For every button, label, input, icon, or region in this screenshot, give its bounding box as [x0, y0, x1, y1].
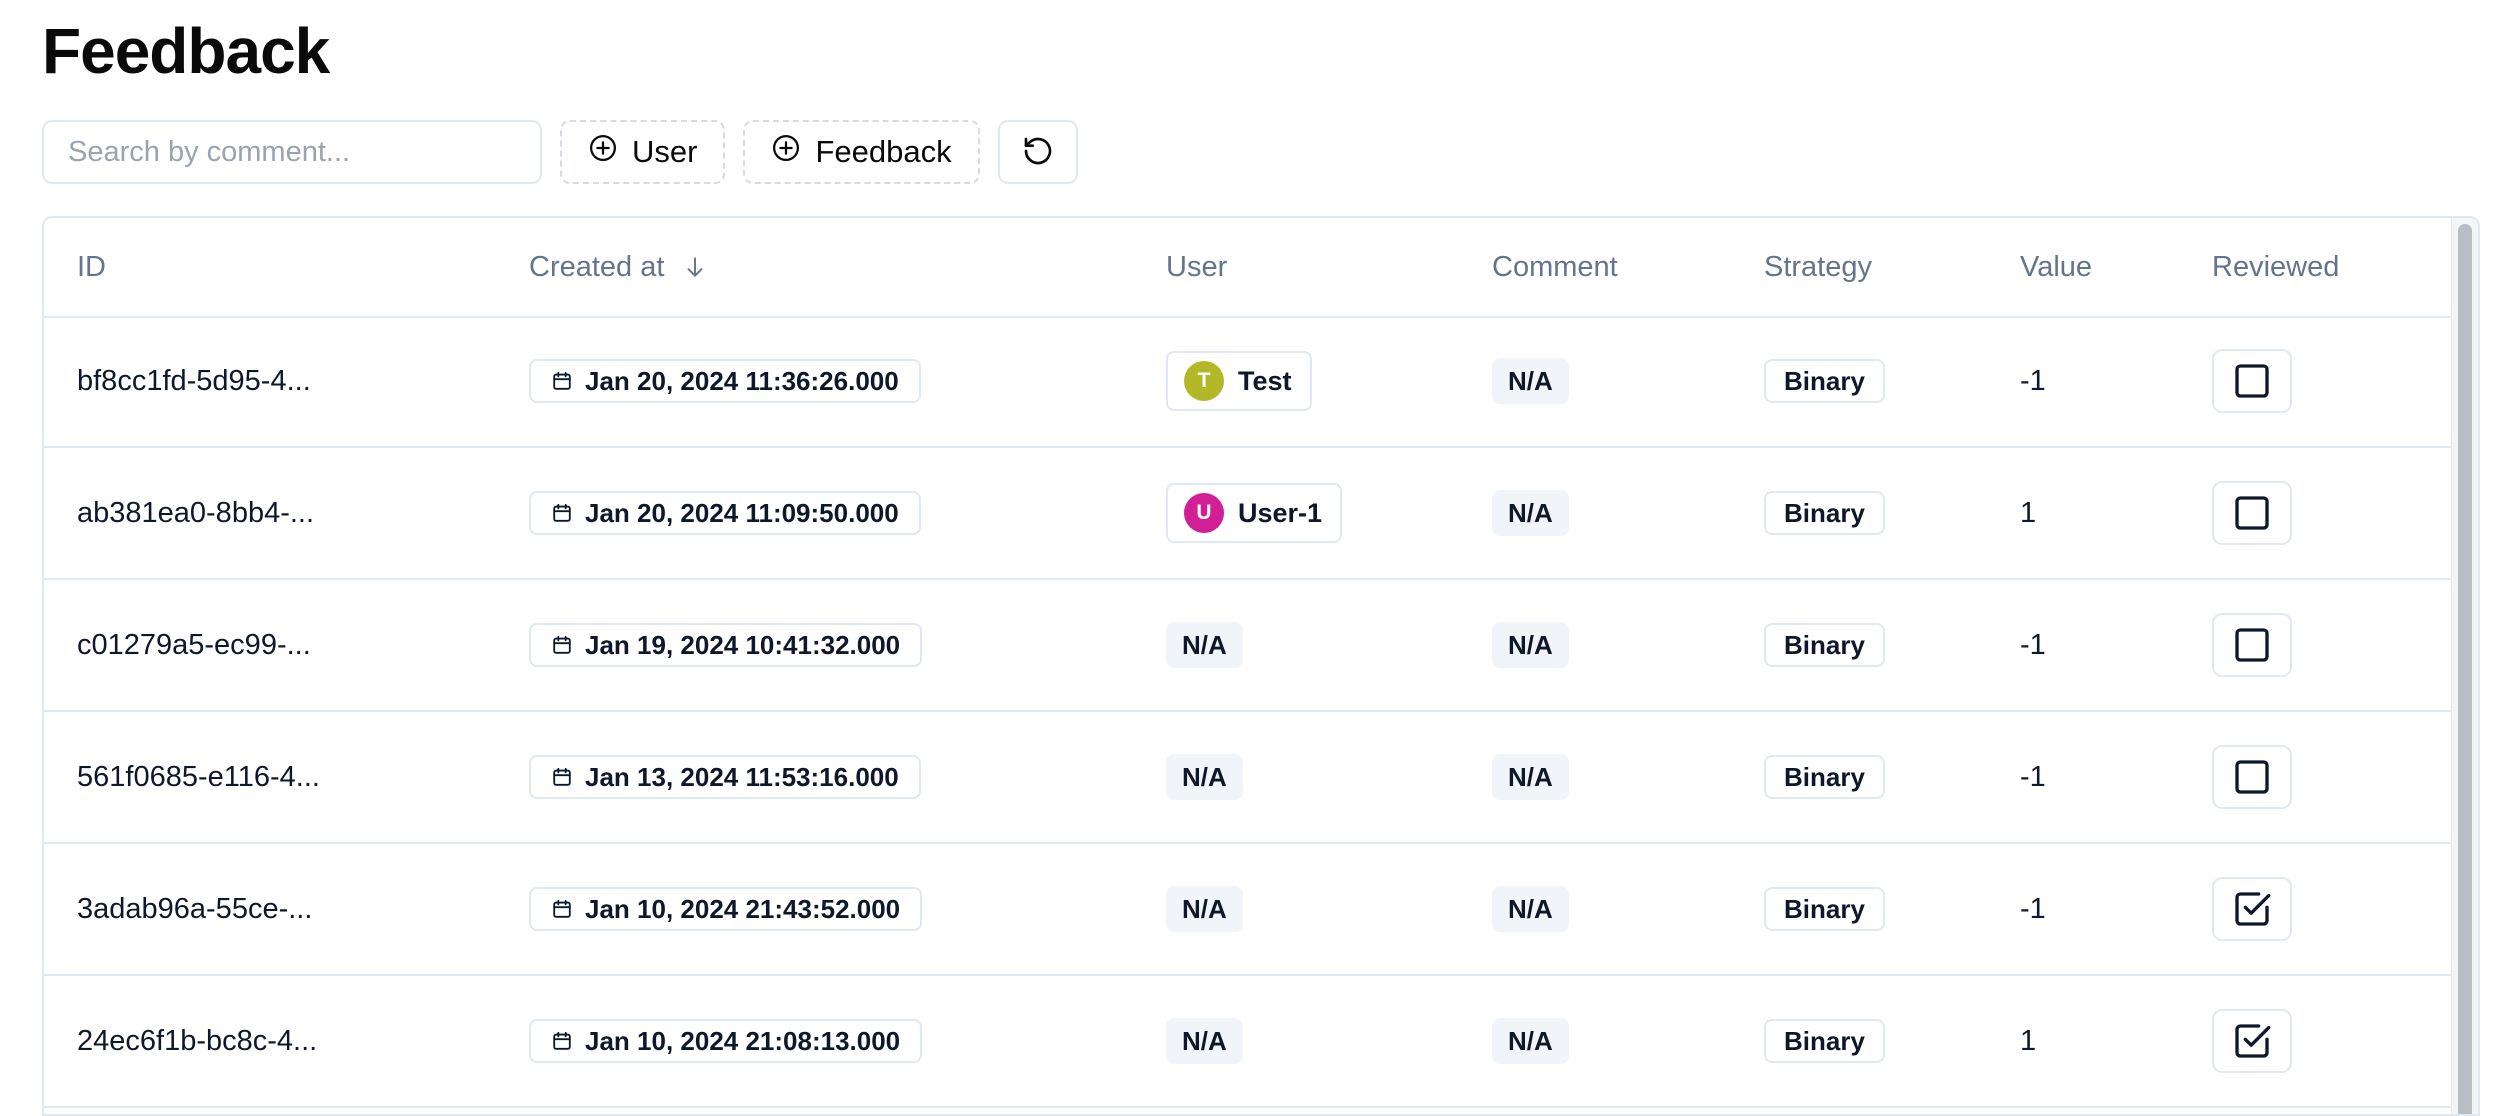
calendar-icon: [551, 1030, 573, 1052]
created-at-text: Jan 10, 2024 21:08:13.000: [585, 1025, 901, 1056]
table-row[interactable]: bf8cc1fd-5d95-4... Jan 20, 2024 11:36:26.…: [44, 316, 2452, 448]
user-na-badge: N/A: [1166, 622, 1243, 668]
comment-badge: N/A: [1492, 622, 1569, 668]
feedback-value: -1: [2020, 364, 2046, 397]
scrollbar-thumb[interactable]: [2458, 224, 2472, 1114]
reviewed-toggle-button[interactable]: [2212, 877, 2292, 941]
feedback-value: 1: [2020, 496, 2037, 529]
created-at-chip: Jan 13, 2024 11:53:16.000: [529, 755, 921, 799]
user-na-badge: N/A: [1166, 1018, 1243, 1064]
created-at-chip: Jan 20, 2024 11:36:26.000: [529, 359, 921, 403]
reviewed-toggle-button[interactable]: [2212, 745, 2292, 809]
calendar-icon: [551, 766, 573, 788]
feedback-id[interactable]: 24ec6f1b-bc8c-4...: [77, 1025, 317, 1058]
search-input[interactable]: [42, 120, 542, 184]
checked-square-icon: [2232, 889, 2272, 929]
square-icon: [2232, 493, 2272, 533]
column-header-reviewed[interactable]: Reviewed: [2212, 218, 2339, 316]
reviewed-toggle-button[interactable]: [2212, 349, 2292, 413]
table-row[interactable]: ab381ea0-8bb4-... Jan 20, 2024 11:09:50.0…: [44, 448, 2452, 580]
calendar-icon: [551, 898, 573, 920]
feedback-id[interactable]: 3adab96a-55ce-...: [77, 893, 312, 926]
plus-circle-icon: [771, 133, 801, 171]
square-icon: [2232, 757, 2272, 797]
comment-badge: N/A: [1492, 754, 1569, 800]
page-title: Feedback: [42, 15, 330, 87]
created-at-chip: Jan 19, 2024 10:41:32.000: [529, 623, 923, 667]
feedback-id[interactable]: bf8cc1fd-5d95-4...: [77, 365, 311, 398]
user-name: User-1: [1238, 497, 1323, 528]
table-header: ID Created at User Comment Strategy Valu…: [44, 218, 2452, 318]
calendar-icon: [551, 502, 573, 524]
table-row[interactable]: 3adab96a-55ce-... Jan 10, 2024 21:43:52.0…: [44, 844, 2452, 976]
feedback-value: -1: [2020, 892, 2046, 925]
user-filter-label: User: [632, 134, 698, 169]
strategy-badge: Binary: [1764, 491, 1885, 535]
feedback-id[interactable]: c01279a5-ec99-...: [77, 629, 311, 662]
feedback-table: ID Created at User Comment Strategy Valu…: [42, 216, 2480, 1116]
vertical-scrollbar[interactable]: [2451, 218, 2478, 1114]
created-at-text: Jan 13, 2024 11:53:16.000: [585, 761, 899, 792]
square-icon: [2232, 625, 2272, 665]
user-chip[interactable]: U User-1: [1166, 483, 1343, 543]
column-header-value[interactable]: Value: [2020, 218, 2092, 316]
column-header-comment[interactable]: Comment: [1492, 218, 1618, 316]
column-header-created-at[interactable]: Created at: [529, 218, 708, 316]
strategy-badge: Binary: [1764, 887, 1885, 931]
feedback-filter-label: Feedback: [815, 134, 952, 169]
avatar: U: [1184, 493, 1224, 533]
avatar: T: [1184, 361, 1224, 401]
reviewed-toggle-button[interactable]: [2212, 613, 2292, 677]
comment-badge: N/A: [1492, 490, 1569, 536]
table-row[interactable]: 561f0685-e116-4... Jan 13, 2024 11:53:16.…: [44, 712, 2452, 844]
feedback-value: -1: [2020, 628, 2046, 661]
strategy-badge: Binary: [1764, 623, 1885, 667]
created-at-chip: Jan 10, 2024 21:43:52.000: [529, 887, 923, 931]
column-header-id[interactable]: ID: [77, 218, 106, 316]
strategy-badge: Binary: [1764, 755, 1885, 799]
calendar-icon: [551, 370, 573, 392]
user-na-badge: N/A: [1166, 886, 1243, 932]
reviewed-toggle-button[interactable]: [2212, 1009, 2292, 1073]
comment-badge: N/A: [1492, 886, 1569, 932]
arrow-down-icon: [682, 252, 708, 282]
user-chip[interactable]: T Test: [1166, 351, 1312, 411]
created-at-text: Jan 19, 2024 10:41:32.000: [585, 629, 901, 660]
toolbar: User Feedback: [42, 120, 1078, 184]
square-icon: [2232, 361, 2272, 401]
plus-circle-icon: [588, 133, 618, 171]
table-row[interactable]: 24ec6f1b-bc8c-4... Jan 10, 2024 21:08:13.…: [44, 976, 2452, 1108]
comment-badge: N/A: [1492, 358, 1569, 404]
feedback-id[interactable]: 561f0685-e116-4...: [77, 761, 320, 794]
rotate-ccw-icon: [1022, 135, 1054, 170]
created-at-chip: Jan 20, 2024 11:09:50.000: [529, 491, 921, 535]
feedback-value: 1: [2020, 1024, 2037, 1057]
created-at-text: Jan 20, 2024 11:36:26.000: [585, 365, 899, 396]
created-at-chip: Jan 10, 2024 21:08:13.000: [529, 1019, 923, 1063]
table-row[interactable]: c01279a5-ec99-... Jan 19, 2024 10:41:32.0…: [44, 580, 2452, 712]
strategy-badge: Binary: [1764, 1019, 1885, 1063]
user-na-badge: N/A: [1166, 754, 1243, 800]
strategy-badge: Binary: [1764, 359, 1885, 403]
column-header-user[interactable]: User: [1166, 218, 1227, 316]
created-at-text: Jan 10, 2024 21:43:52.000: [585, 893, 901, 924]
calendar-icon: [551, 634, 573, 656]
user-name: Test: [1238, 365, 1292, 396]
created-at-text: Jan 20, 2024 11:09:50.000: [585, 497, 899, 528]
user-filter-button[interactable]: User: [560, 120, 726, 184]
feedback-value: -1: [2020, 760, 2046, 793]
feedback-filter-button[interactable]: Feedback: [743, 120, 980, 184]
checked-square-icon: [2232, 1021, 2272, 1061]
comment-badge: N/A: [1492, 1018, 1569, 1064]
reset-button[interactable]: [997, 120, 1078, 184]
feedback-id[interactable]: ab381ea0-8bb4-...: [77, 497, 314, 530]
column-header-strategy[interactable]: Strategy: [1764, 218, 1872, 316]
reviewed-toggle-button[interactable]: [2212, 481, 2292, 545]
